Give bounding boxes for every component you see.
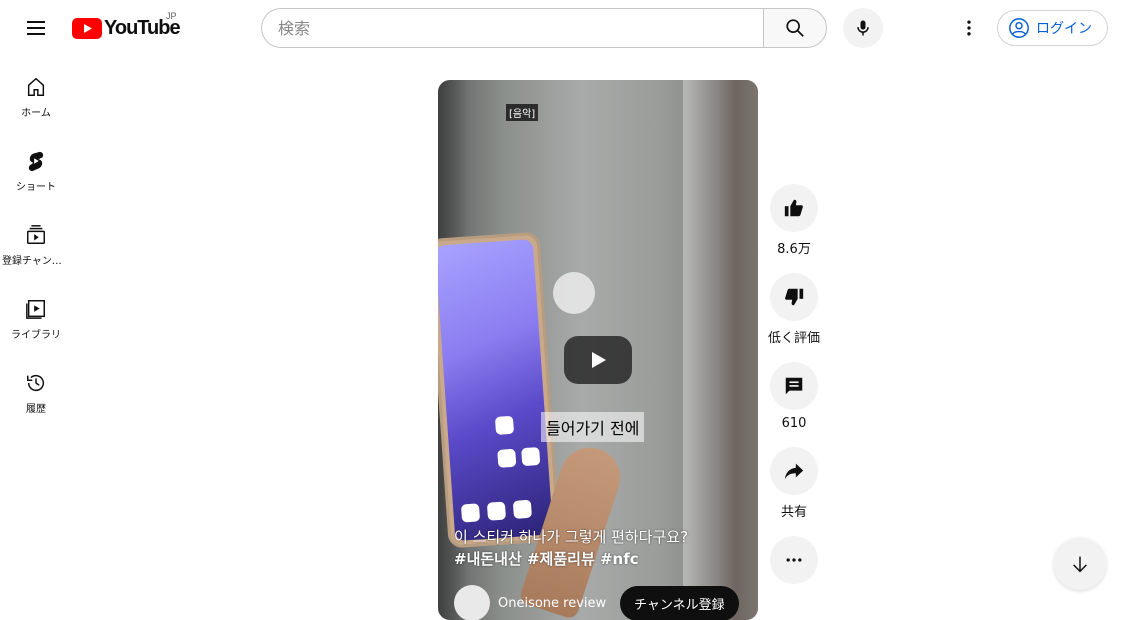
dislike-label: 低く評価 xyxy=(768,327,820,346)
guide-item-shorts[interactable]: ショート xyxy=(0,130,72,204)
like-button[interactable] xyxy=(770,184,818,232)
vertical-dots-icon xyxy=(959,18,979,38)
shorts-player[interactable]: [음악] 들어가기 전에 이 스티커 하나가 그렇게 편하다구요? #내돈내산 … xyxy=(438,80,758,620)
hamburger-icon xyxy=(24,16,48,40)
channel-row: Oneisone review チャンネル登録 xyxy=(454,585,744,620)
thumbs-down-icon xyxy=(783,286,805,308)
guide-item-history[interactable]: 履歴 xyxy=(0,352,72,426)
comment-button[interactable] xyxy=(770,362,818,410)
comment-action: 610 xyxy=(770,362,818,431)
guide-item-home[interactable]: ホーム xyxy=(0,56,72,130)
microphone-icon xyxy=(853,18,873,38)
caption-subtitle: 들어가기 전에 xyxy=(541,412,644,442)
app-icon xyxy=(461,503,480,522)
search-input[interactable] xyxy=(278,19,764,38)
youtube-logo[interactable]: YouTube xyxy=(72,16,180,40)
shorts-icon xyxy=(25,150,47,172)
video-hashtags[interactable]: #내돈내산 #제품리뷰 #nfc xyxy=(454,548,744,570)
guide-item-label: 履歴 xyxy=(26,400,46,415)
dislike-button[interactable] xyxy=(770,273,818,321)
search-box xyxy=(261,8,764,48)
caption-top: [음악] xyxy=(506,104,538,121)
home-icon xyxy=(25,76,47,98)
more-actions-button[interactable] xyxy=(770,536,818,584)
mini-guide: ホーム ショート 登録チャンネル ライブラリ 履歴 xyxy=(0,56,72,426)
settings-more-button[interactable] xyxy=(949,8,989,48)
guide-item-label: ライブラリ xyxy=(11,326,61,341)
youtube-play-logo-icon xyxy=(72,18,102,39)
horizontal-dots-icon xyxy=(784,550,804,570)
video-title[interactable]: 이 스티커 하나가 그렇게 편하다구요? #내돈내산 #제품리뷰 #nfc xyxy=(454,526,744,570)
comment-count: 610 xyxy=(782,416,807,431)
share-icon xyxy=(783,460,805,482)
share-label: 共有 xyxy=(781,501,807,520)
voice-search-button[interactable] xyxy=(843,8,883,48)
masthead: YouTube JP ログイン xyxy=(0,0,1124,56)
app-icon xyxy=(497,449,516,468)
search-button[interactable] xyxy=(763,8,827,48)
guide-item-subscriptions[interactable]: 登録チャンネル xyxy=(0,204,72,278)
like-count: 8.6万 xyxy=(777,238,811,257)
play-icon xyxy=(588,350,608,370)
account-icon xyxy=(1008,17,1030,39)
app-icon xyxy=(487,502,506,521)
library-icon xyxy=(25,298,47,320)
share-button[interactable] xyxy=(770,447,818,495)
subscriptions-icon xyxy=(25,224,47,246)
dislike-action: 低く評価 xyxy=(770,273,818,346)
search-icon xyxy=(784,17,806,39)
guide-item-label: ショート xyxy=(16,178,56,193)
guide-item-label: ホーム xyxy=(21,104,51,119)
share-action: 共有 xyxy=(770,447,818,520)
touch-indicator xyxy=(553,272,595,314)
guide-item-library[interactable]: ライブラリ xyxy=(0,278,72,352)
login-button[interactable]: ログイン xyxy=(997,10,1108,46)
shorts-actions: 8.6万 低く評価 610 共有 xyxy=(770,184,818,600)
next-video-button[interactable] xyxy=(1054,538,1106,590)
like-action: 8.6万 xyxy=(770,184,818,257)
video-phone-image xyxy=(438,231,561,548)
more-action xyxy=(770,536,818,584)
arrow-down-icon xyxy=(1069,553,1091,575)
history-icon xyxy=(25,372,47,394)
channel-name[interactable]: Oneisone review xyxy=(498,596,608,611)
login-label: ログイン xyxy=(1036,18,1092,38)
app-icon xyxy=(521,447,540,466)
guide-item-label: 登録チャンネル xyxy=(2,252,70,267)
thumbs-up-icon xyxy=(783,197,805,219)
app-icon xyxy=(513,500,532,519)
app-icon xyxy=(495,416,514,435)
channel-avatar[interactable] xyxy=(454,585,490,620)
subscribe-button[interactable]: チャンネル登録 xyxy=(620,586,739,620)
region-code: JP xyxy=(166,11,177,21)
guide-menu-button[interactable] xyxy=(16,8,56,48)
play-button[interactable] xyxy=(564,336,632,384)
comment-icon xyxy=(783,375,805,397)
video-title-text: 이 스티커 하나가 그렇게 편하다구요? xyxy=(454,528,688,546)
